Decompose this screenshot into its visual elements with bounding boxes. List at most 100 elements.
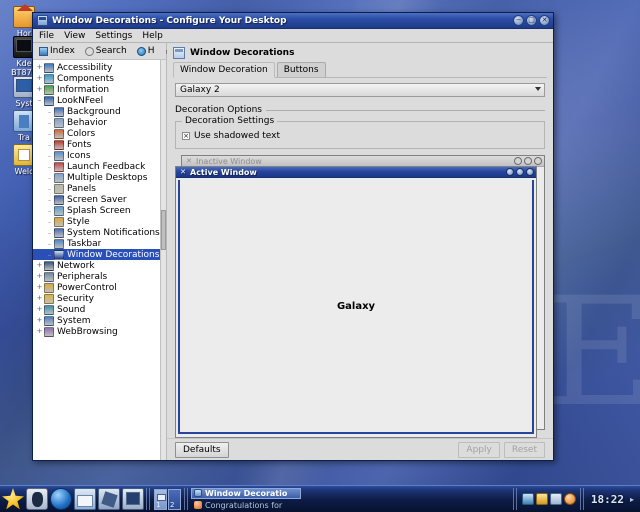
tree-item-splash-screen[interactable]: – Splash Screen	[33, 205, 166, 216]
tree-item-icon	[54, 227, 64, 238]
tree-item-colors[interactable]: – Colors	[33, 128, 166, 139]
close-button[interactable]: ✕	[539, 15, 550, 26]
globe-icon[interactable]	[50, 488, 72, 510]
group-rule	[265, 109, 545, 111]
tree-expand-icon[interactable]: +	[35, 316, 44, 325]
tree-item-webbrowsing[interactable]: + WebBrowsing	[33, 326, 166, 337]
menu-settings[interactable]: Settings	[95, 31, 132, 41]
tree-item-icon	[44, 326, 54, 337]
tree-branch-line: –	[47, 107, 52, 116]
tree-item-icon	[44, 293, 54, 304]
tree-item-powercontrol[interactable]: + PowerControl	[33, 282, 166, 293]
tree-item-icon	[44, 315, 54, 326]
tree-expand-icon[interactable]: +	[35, 283, 44, 292]
tree-scrollbar-thumb[interactable]	[161, 210, 166, 250]
menu-file[interactable]: File	[39, 31, 54, 41]
maximize-button[interactable]: □	[526, 15, 537, 26]
minimize-button[interactable]: −	[513, 15, 524, 26]
tab-buttons[interactable]: Buttons	[276, 62, 326, 77]
tree-item-icon	[54, 216, 64, 227]
tree-item-label: Background	[67, 106, 121, 117]
tree-item-label: System	[57, 315, 91, 326]
clock[interactable]: 18:22	[587, 493, 628, 506]
toolbar-help-button[interactable]: H	[132, 44, 159, 58]
defaults-button[interactable]: Defaults	[175, 441, 229, 458]
tree-item-panels[interactable]: – Panels	[33, 183, 166, 194]
panel-hide-arrow-icon[interactable]: ▸	[630, 495, 638, 504]
tree-item-network[interactable]: + Network	[33, 260, 166, 271]
tree-expand-icon[interactable]: +	[35, 74, 44, 83]
tree-branch-line: –	[47, 228, 52, 237]
panel-separator	[146, 488, 151, 510]
tree-item-taskbar[interactable]: – Taskbar	[33, 238, 166, 249]
tree-item-background[interactable]: – Background	[33, 106, 166, 117]
module-header: Window Decorations	[167, 43, 553, 62]
tree-expand-icon[interactable]: +	[35, 261, 44, 270]
toolbar-index-button[interactable]: Index	[35, 44, 79, 58]
tree-item-fonts[interactable]: – Fonts	[33, 139, 166, 150]
screen-icon[interactable]	[122, 488, 144, 510]
toolbar-search-label: Search	[95, 46, 127, 56]
use-shadowed-text-checkbox[interactable]: ×	[182, 132, 190, 140]
left-pane: Index Search H ▸ + Accessibility + Componen…	[33, 43, 171, 460]
settings-tree[interactable]: + Accessibility + Components + Information – Lo…	[33, 60, 166, 460]
reset-button[interactable]: Reset	[503, 441, 545, 458]
decoration-select[interactable]: Galaxy 2	[175, 83, 545, 97]
tree-collapse-icon[interactable]: –	[35, 96, 44, 105]
kde-star-icon[interactable]	[2, 488, 24, 510]
tree-item-accessibility[interactable]: + Accessibility	[33, 62, 166, 73]
tree-item-label: Accessibility	[57, 62, 113, 73]
tree-item-components[interactable]: + Components	[33, 73, 166, 84]
menu-help[interactable]: Help	[142, 31, 163, 41]
tree-item-system-notifications[interactable]: – System Notifications	[33, 227, 166, 238]
tree-item-window-decorations[interactable]: – Window Decorations	[33, 249, 166, 260]
network-icon[interactable]	[549, 493, 562, 505]
tree-item-security[interactable]: + Security	[33, 293, 166, 304]
tree-expand-icon[interactable]: +	[35, 294, 44, 303]
pager-desktop-2[interactable]: 2	[168, 488, 181, 510]
tree-item-system[interactable]: + System	[33, 315, 166, 326]
menu-view[interactable]: View	[64, 31, 85, 41]
use-shadowed-text-row[interactable]: × Use shadowed text	[182, 131, 538, 141]
tree-item-behavior[interactable]: – Behavior	[33, 117, 166, 128]
task-button-window-decorations[interactable]: Window Decoratio	[191, 487, 301, 499]
tree-item-screen-saver[interactable]: – Screen Saver	[33, 194, 166, 205]
volume-icon[interactable]	[563, 493, 576, 505]
tree-item-icon	[54, 139, 64, 150]
tree-expand-icon[interactable]: +	[35, 63, 44, 72]
tree-item-icons[interactable]: – Icons	[33, 150, 166, 161]
tree-expand-icon[interactable]: +	[35, 85, 44, 94]
tree-item-sound[interactable]: + Sound	[33, 304, 166, 315]
tree-item-launch-feedback[interactable]: – Launch Feedback	[33, 161, 166, 172]
tree-item-peripherals[interactable]: + Peripherals	[33, 271, 166, 282]
penguin-icon[interactable]	[26, 488, 48, 510]
tree-item-icon	[44, 260, 54, 271]
tab-window-decoration[interactable]: Window Decoration	[173, 62, 275, 78]
apply-button[interactable]: Apply	[458, 441, 500, 458]
tree-item-icon	[44, 282, 54, 293]
decoration-options-label: Decoration Options	[175, 105, 262, 115]
toolbar-search-button[interactable]: Search	[80, 44, 131, 58]
draw-icon[interactable]	[98, 488, 120, 510]
mail-icon[interactable]	[74, 488, 96, 510]
tree-item-multiple-desktops[interactable]: – Multiple Desktops	[33, 172, 166, 183]
preview-maximize-button	[524, 157, 532, 165]
tree-item-label: Information	[57, 84, 110, 95]
tree-item-style[interactable]: – Style	[33, 216, 166, 227]
tree-scrollbar[interactable]	[160, 60, 166, 460]
tree-branch-line: –	[47, 151, 52, 160]
tree-expand-icon[interactable]: +	[35, 272, 44, 281]
tree-expand-icon[interactable]: +	[35, 305, 44, 314]
tree-item-looknfeel[interactable]: – LookNFeel	[33, 95, 166, 106]
tree-item-label: System Notifications	[67, 227, 160, 238]
pager-desktop-1[interactable]: 1	[154, 488, 167, 510]
toolbar: Index Search H ▸	[33, 43, 171, 60]
lock-icon[interactable]	[535, 493, 548, 505]
panel-separator	[579, 488, 585, 510]
tree-expand-icon[interactable]: +	[35, 327, 44, 336]
kcontrol-icon	[194, 489, 202, 497]
task-button-congratulations[interactable]: Congratulations for	[191, 500, 301, 511]
clipboard-icon[interactable]	[521, 493, 534, 505]
window-titlebar[interactable]: Window Decorations - Configure Your Desk…	[33, 13, 553, 29]
tree-item-information[interactable]: + Information	[33, 84, 166, 95]
